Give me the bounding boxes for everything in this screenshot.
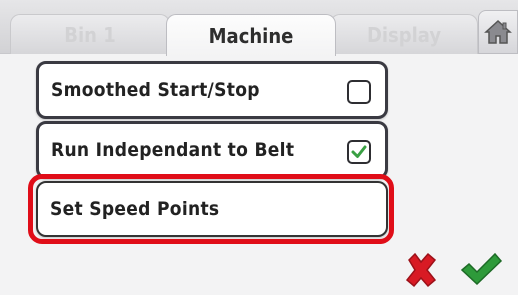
- tab-machine[interactable]: Machine: [166, 14, 336, 56]
- set-speed-points-button[interactable]: Set Speed Points: [36, 181, 388, 237]
- tab-bar: Bin 1 Display Machine: [0, 0, 518, 56]
- x-icon: [405, 252, 437, 288]
- smoothed-start-stop-option[interactable]: Smoothed Start/Stop: [36, 61, 388, 119]
- tab-display[interactable]: Display: [330, 14, 478, 54]
- cancel-button[interactable]: [398, 248, 444, 292]
- checkmark-icon: [351, 145, 367, 158]
- tab-display-label: Display: [366, 22, 442, 47]
- home-button[interactable]: [478, 10, 518, 54]
- checkmark-icon: [460, 252, 503, 286]
- smoothed-start-stop-label: Smoothed Start/Stop: [51, 79, 260, 101]
- run-independant-to-belt-option[interactable]: Run Independant to Belt: [36, 121, 388, 179]
- smoothed-start-stop-checkbox[interactable]: [347, 80, 371, 104]
- confirm-button[interactable]: [458, 248, 504, 292]
- run-independant-to-belt-label: Run Independant to Belt: [51, 139, 295, 161]
- home-icon: [484, 19, 512, 44]
- tab-bin-1-label: Bin 1: [64, 22, 116, 47]
- run-independant-to-belt-checkbox[interactable]: [347, 140, 371, 164]
- tab-machine-label: Machine: [208, 23, 294, 48]
- set-speed-points-label: Set Speed Points: [50, 198, 220, 220]
- tab-bin-1[interactable]: Bin 1: [10, 14, 170, 54]
